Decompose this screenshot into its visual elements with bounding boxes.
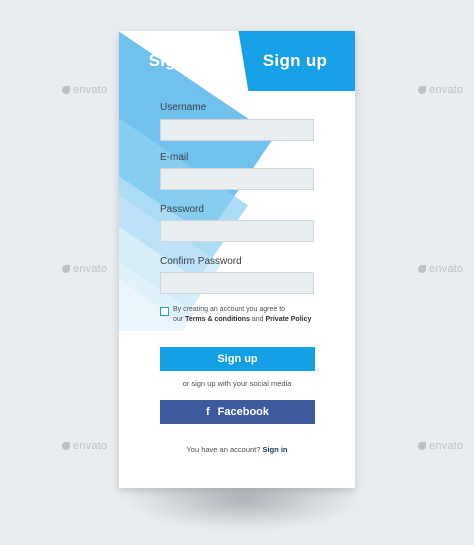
envato-watermark: envato bbox=[62, 84, 107, 96]
email-field[interactable] bbox=[160, 168, 314, 190]
password-field[interactable] bbox=[160, 220, 314, 242]
username-label: Username bbox=[160, 102, 207, 113]
envato-watermark: envato bbox=[418, 440, 463, 452]
social-text: or sign up with your social media bbox=[182, 379, 292, 388]
envato-leaf-icon bbox=[62, 265, 70, 273]
envato-watermark: envato bbox=[62, 440, 107, 452]
envato-watermark: envato bbox=[62, 263, 107, 275]
account-line: You have an account? Sign in bbox=[186, 445, 288, 454]
facebook-button[interactable]: f Facebook bbox=[160, 400, 315, 424]
envato-leaf-icon bbox=[62, 442, 70, 450]
signup-card: Sign in Sign up Username E-mail Password… bbox=[119, 31, 355, 488]
tab-signin[interactable]: Sign in bbox=[119, 31, 237, 91]
confirm-password-label: Confirm Password bbox=[160, 256, 242, 267]
confirm-password-field[interactable] bbox=[160, 272, 314, 294]
envato-leaf-icon bbox=[418, 86, 426, 94]
signin-link[interactable]: Sign in bbox=[263, 445, 288, 454]
signup-button[interactable]: Sign up bbox=[160, 347, 315, 371]
facebook-icon: f bbox=[205, 406, 210, 418]
terms-link[interactable]: Terms & conditions bbox=[185, 316, 250, 323]
username-field[interactable] bbox=[160, 119, 314, 141]
email-label: E-mail bbox=[160, 152, 189, 163]
tab-signup[interactable]: Sign up bbox=[238, 31, 355, 91]
privacy-link[interactable]: Private Policy bbox=[265, 316, 311, 323]
terms-checkbox[interactable] bbox=[160, 307, 169, 316]
envato-leaf-icon bbox=[418, 442, 426, 450]
envato-leaf-icon bbox=[62, 86, 70, 94]
password-label: Password bbox=[160, 204, 204, 215]
envato-watermark: envato bbox=[418, 84, 463, 96]
terms-text: By creating an account you agree to our … bbox=[173, 306, 312, 323]
envato-watermark: envato bbox=[418, 263, 463, 275]
envato-leaf-icon bbox=[418, 265, 426, 273]
